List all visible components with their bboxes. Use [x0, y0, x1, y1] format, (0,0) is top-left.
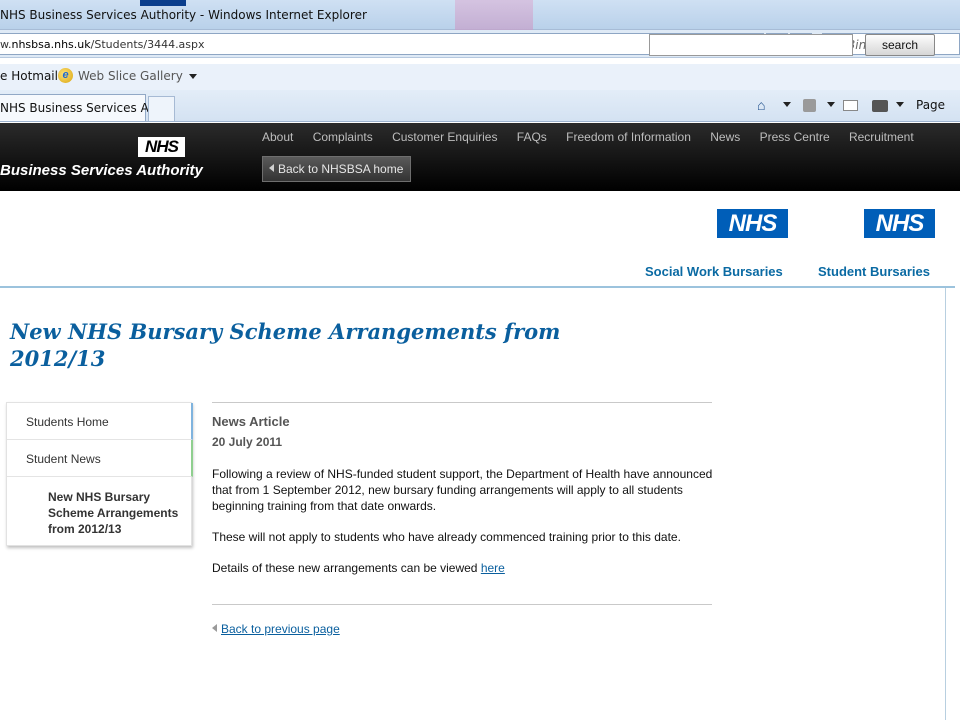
nav-about[interactable]: About — [262, 130, 293, 144]
favorites-bar: e Hotmail e Web Slice Gallery — [0, 64, 960, 90]
sidebar-item-current[interactable]: New NHS Bursary Scheme Arrangements from… — [48, 489, 188, 537]
org-name[interactable]: Business Services Authority — [0, 162, 203, 179]
tab-nhsbsa[interactable]: NHS Business Services Au... — [0, 94, 168, 121]
header-divider — [0, 286, 955, 288]
article-paragraph-1: Following a review of NHS-funded student… — [212, 467, 713, 513]
back-to-home-button[interactable]: Back to NHSBSA home — [262, 156, 412, 182]
window-title: NHS Business Services Authority - Window… — [0, 8, 367, 22]
chevron-down-icon[interactable] — [783, 102, 791, 107]
sidebar-item-students-home[interactable]: Students Home — [7, 403, 193, 440]
social-work-bursaries-link[interactable]: Social Work Bursaries — [645, 264, 783, 279]
favorite-web-slice-gallery[interactable]: Web Slice Gallery — [78, 69, 197, 83]
back-to-previous-page: Back to previous page — [212, 622, 340, 636]
back-to-previous-page-link[interactable]: Back to previous page — [221, 622, 340, 636]
chevron-down-icon[interactable] — [827, 102, 835, 107]
sidebar-item-student-news[interactable]: Student News — [7, 440, 193, 477]
nav-faqs[interactable]: FAQs — [517, 130, 547, 144]
background-window-peek — [455, 0, 533, 30]
article-top-divider — [212, 402, 712, 403]
nav-news[interactable]: News — [710, 130, 740, 144]
chevron-left-icon — [212, 624, 217, 632]
print-icon[interactable] — [872, 100, 888, 112]
ie-icon: e — [58, 68, 73, 83]
rss-feed-icon[interactable] — [803, 99, 816, 112]
chevron-down-icon[interactable] — [896, 102, 904, 107]
mail-icon[interactable] — [843, 100, 858, 111]
favorite-hotmail[interactable]: e Hotmail — [0, 69, 58, 83]
home-icon[interactable]: ⌂ — [757, 97, 765, 113]
student-bursaries-link[interactable]: Student Bursaries — [818, 264, 930, 279]
nav-press-centre[interactable]: Press Centre — [760, 130, 830, 144]
nav-recruitment[interactable]: Recruitment — [849, 130, 914, 144]
page-menu[interactable]: Page — [916, 98, 945, 112]
article-date: 20 July 2011 — [212, 435, 283, 449]
nhs-logo-social-work[interactable]: NHS — [717, 209, 788, 238]
nav-freedom-of-information[interactable]: Freedom of Information — [566, 130, 691, 144]
nav-complaints[interactable]: Complaints — [313, 130, 373, 144]
article-type-label: News Article — [212, 414, 290, 429]
article-paragraph-3: Details of these new arrangements can be… — [212, 561, 505, 575]
new-tab-button[interactable] — [148, 96, 175, 121]
article-bottom-divider — [212, 604, 712, 605]
nhs-logo-peek — [140, 0, 186, 6]
nav-customer-enquiries[interactable]: Customer Enquiries — [392, 130, 497, 144]
site-search-input[interactable] — [649, 34, 853, 56]
chevron-down-icon — [188, 74, 197, 79]
nhs-logo[interactable]: NHS — [138, 137, 185, 157]
page-title: New NHS Bursary Scheme Arrangements from… — [10, 319, 561, 371]
here-link[interactable]: here — [481, 561, 505, 575]
chevron-left-icon — [269, 164, 274, 172]
top-navigation: About Complaints Customer Enquiries FAQs… — [262, 130, 914, 144]
nhs-logo-student[interactable]: NHS — [864, 209, 935, 238]
site-header: NHS Business Services Authority About Co… — [0, 123, 960, 191]
tab-bar: NHS Business Services Au... — [0, 90, 960, 122]
sidebar-navigation: Students Home Student News New NHS Bursa… — [6, 402, 193, 546]
content-right-border — [945, 288, 946, 720]
search-button[interactable]: search — [865, 34, 935, 56]
address-url: w.nhsbsa.nhs.uk/Students/3444.aspx — [0, 38, 205, 51]
tab-label: NHS Business Services Au... — [0, 101, 168, 115]
article-paragraph-2: These will not apply to students who hav… — [212, 530, 681, 544]
browser-title-bar: NHS Business Services Authority - Window… — [0, 0, 960, 30]
